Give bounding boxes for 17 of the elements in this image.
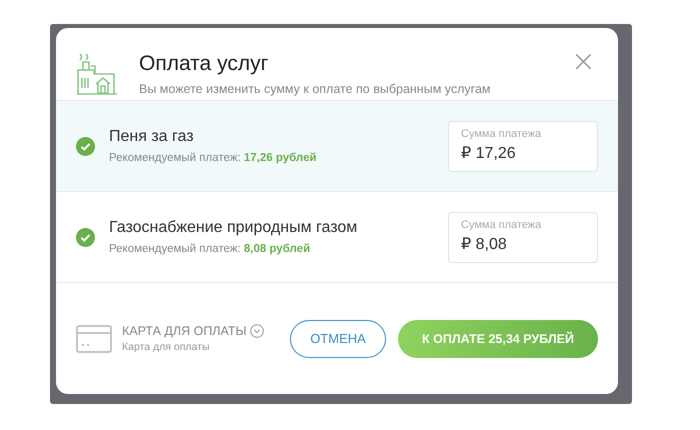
cancel-button[interactable]: ОТМЕНА (290, 320, 386, 358)
service-name: Газоснабжение природным газом (109, 219, 358, 237)
payment-card-label[interactable]: КАРТА ДЛЯ ОПЛАТЫ (122, 324, 247, 338)
dialog-subtitle: Вы можете изменить сумму к оплате по выбранным услугам (139, 82, 492, 96)
amount-field[interactable]: Сумма платежа ₽ 8,08 (448, 212, 598, 262)
recommended-payment: Рекомендуемый платеж: 17,26 рублей (109, 152, 318, 164)
recommended-payment: Рекомендуемый платеж: 8,08 рублей (109, 243, 312, 255)
dialog-title: Оплата услуг (139, 52, 270, 76)
chevron-down-icon[interactable] (250, 324, 264, 338)
card-icon (76, 324, 112, 352)
service-name: Пеня за газ (109, 128, 195, 146)
check-icon[interactable] (76, 136, 95, 156)
check-icon[interactable] (76, 228, 95, 246)
service-row[interactable]: Пеня за газ Рекомендуемый платеж: 17,26 рублей Сумма платежа ₽ 17,26 (56, 101, 618, 192)
payment-card-hint: Карта для оплаты (122, 341, 210, 353)
amount-field[interactable]: Сумма платежа ₽ 17,26 (448, 120, 598, 172)
house-factory-icon (76, 52, 118, 96)
